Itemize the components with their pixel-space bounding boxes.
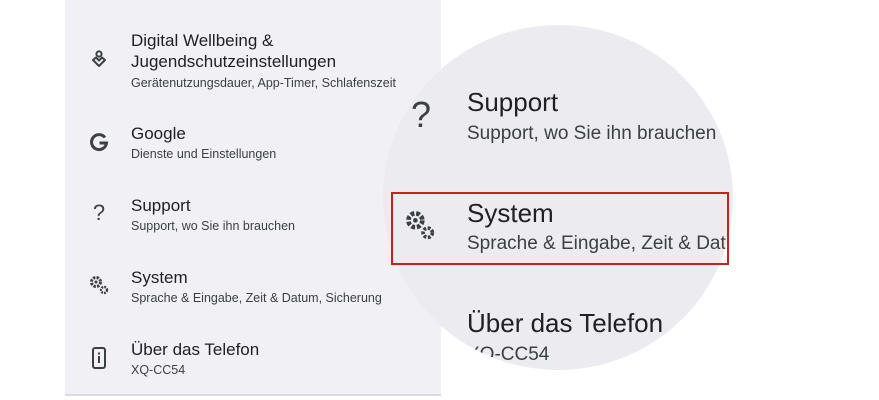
settings-item-title-continued: Jugendschutzeinstellungen [131,52,337,71]
settings-item-title: Google [131,124,186,143]
settings-item-subtitle: Gerätenutzungsdauer, App-Timer, Schlafen… [131,76,396,90]
question-mark-icon: ? [411,94,432,135]
settings-item-system[interactable]: System Sprache & Eingabe, Zeit & Datum, … [65,266,441,310]
settings-item-title: System [131,268,188,287]
settings-item-google[interactable]: Google Dienste und Einstellungen [65,122,441,166]
settings-item-subtitle: Dienste und Einstellungen [131,147,277,161]
zoom-about-subtitle: XQ-CC54 [467,344,550,365]
google-g-icon [85,128,113,156]
zoom-support-title: Support [467,87,559,117]
zoom-about-title: Über das Telefon [467,308,664,338]
settings-item-subtitle: Support, wo Sie ihn brauchen [131,219,295,233]
system-highlight-box [391,192,729,265]
settings-item-title: Support [131,196,191,215]
phone-info-icon [85,344,113,372]
zoom-support-subtitle: Support, wo Sie ihn brauchen [467,123,717,144]
settings-item-digital-wellbeing[interactable]: Digital Wellbeing & Jugendschutzeinstell… [65,28,441,94]
gears-icon [85,271,113,299]
question-mark-icon: ? [92,200,106,225]
digital-wellbeing-icon [85,46,113,74]
settings-item-title: Digital Wellbeing & [131,31,274,50]
settings-item-title: Über das Telefon [131,340,260,359]
settings-item-subtitle: Sprache & Eingabe, Zeit & Datum, Sicheru… [131,291,382,305]
settings-item-about-phone[interactable]: Über das Telefon XQ-CC54 [65,338,441,382]
list-divider [65,394,441,396]
settings-item-subtitle: XQ-CC54 [131,363,186,377]
